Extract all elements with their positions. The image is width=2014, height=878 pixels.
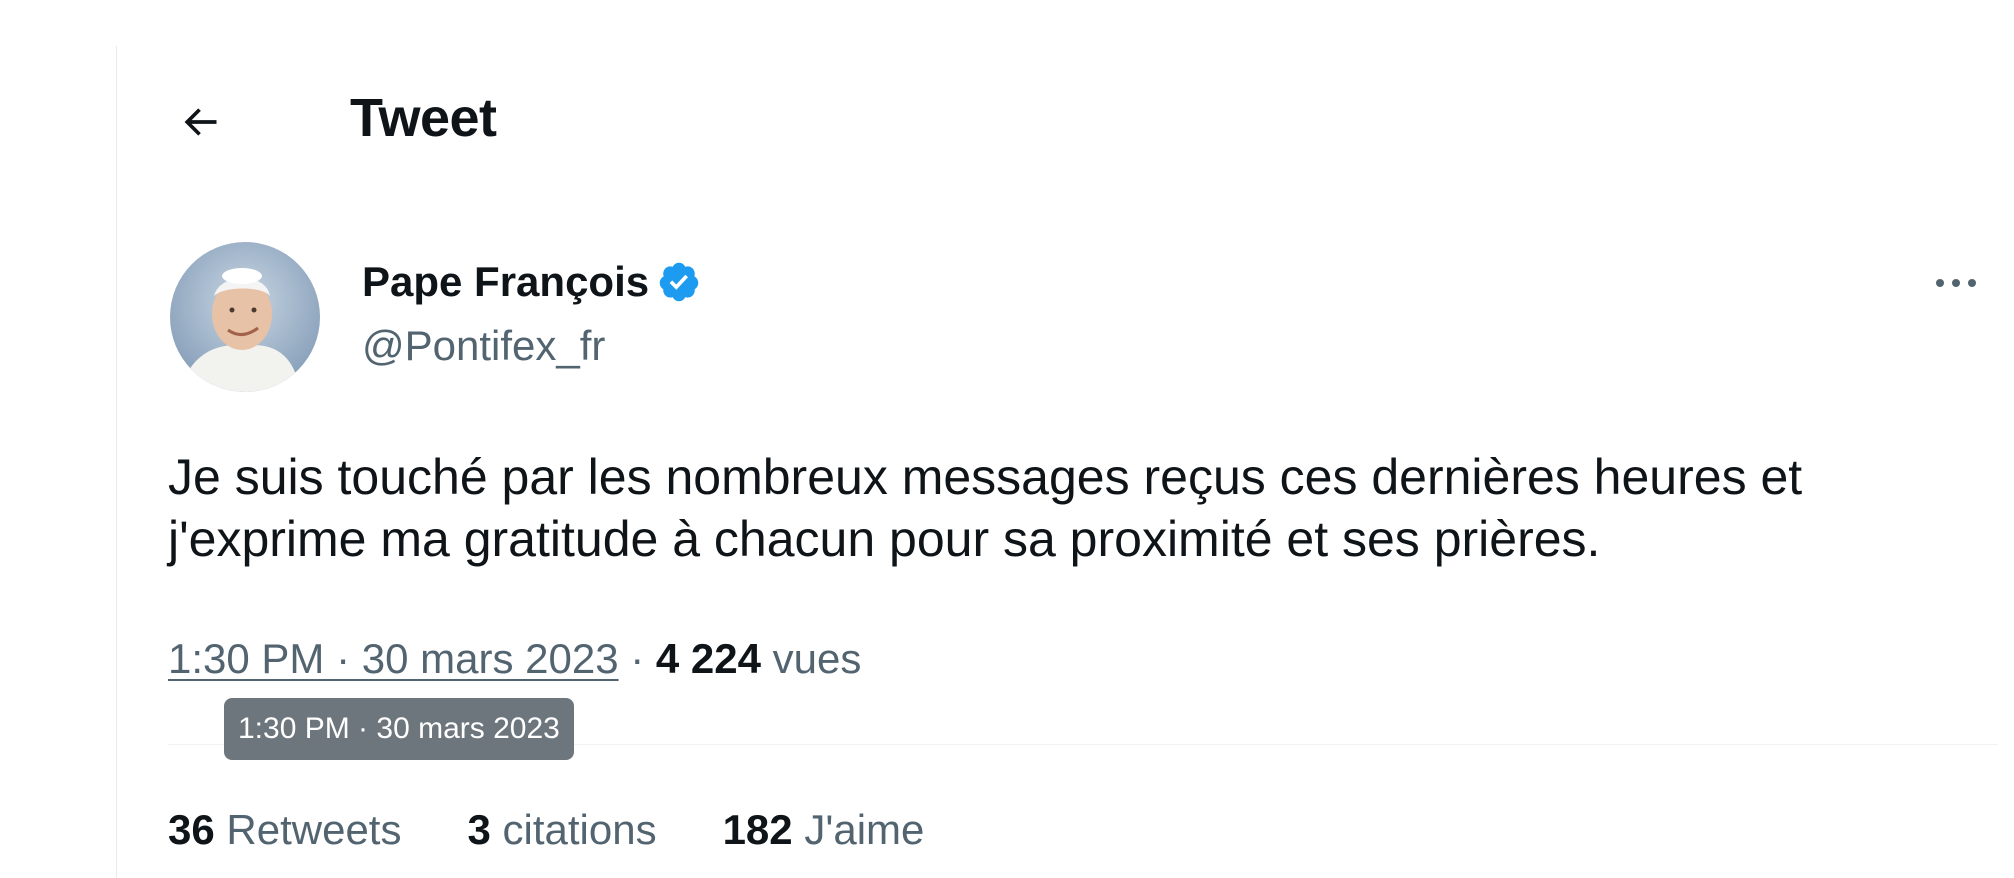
likes-label: J'aime xyxy=(804,806,925,853)
quotes-label: citations xyxy=(502,806,657,853)
engagement-stats: 36 Retweets 3 citations 182 J'aime xyxy=(168,800,990,860)
timestamp-tooltip: 1:30 PM · 30 mars 2023 xyxy=(224,698,574,760)
author-handle[interactable]: @Pontifex_fr xyxy=(362,318,605,374)
quotes-count: 3 xyxy=(467,806,491,853)
column-border xyxy=(116,46,117,878)
more-dots-icon xyxy=(1936,279,1976,287)
author-name-link[interactable]: Pape François xyxy=(362,254,701,310)
arrow-left-icon xyxy=(184,108,217,136)
verified-badge-icon xyxy=(659,262,699,302)
views-label: vues xyxy=(772,635,862,682)
retweets-stat[interactable]: 36 Retweets xyxy=(168,800,401,860)
author-name: Pape François xyxy=(362,258,650,305)
meta-separator: · xyxy=(618,635,656,682)
page-title: Tweet xyxy=(350,88,497,148)
avatar[interactable] xyxy=(170,242,320,392)
quotes-stat[interactable]: 3 citations xyxy=(467,800,656,860)
more-options-button[interactable] xyxy=(1916,258,1996,308)
retweets-label: Retweets xyxy=(226,806,402,853)
views-count: 4 224 xyxy=(655,635,761,682)
profile-photo xyxy=(170,242,320,392)
likes-stat[interactable]: 182 J'aime xyxy=(723,800,925,860)
back-button[interactable] xyxy=(168,90,232,154)
likes-count: 182 xyxy=(722,806,793,853)
tweet-meta: 1:30 PM · 30 mars 2023 · 4 224 vues xyxy=(168,628,861,690)
tweet-timestamp-link[interactable]: 1:30 PM · 30 mars 2023 xyxy=(168,635,619,682)
tweet-text: Je suis touché par les nombreux messages… xyxy=(168,449,1803,567)
retweets-count: 36 xyxy=(168,806,215,853)
